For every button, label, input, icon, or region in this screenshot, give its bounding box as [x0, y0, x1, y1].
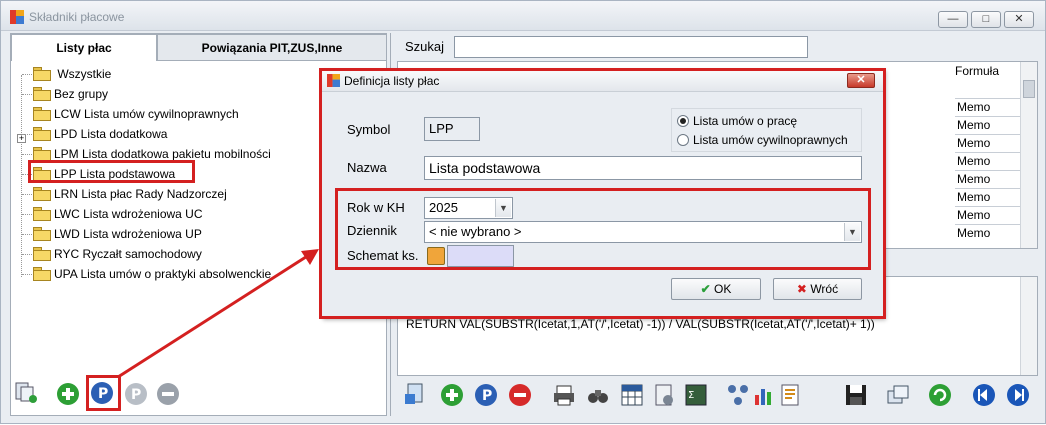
memo-cell[interactable]: Memo [955, 98, 1030, 116]
windows-icon[interactable] [886, 383, 910, 407]
binoculars-icon[interactable] [586, 383, 610, 407]
tree-item-lrn[interactable]: LRN Lista płac Rady Nadzorczej [33, 185, 227, 203]
folder-icon [33, 147, 51, 161]
svg-text:P: P [131, 387, 141, 403]
tree-item-upa[interactable]: UPA Lista umów o praktyki absolwenckie [33, 265, 271, 283]
folder-icon [33, 187, 51, 201]
window-title: Składniki płacowe [29, 10, 125, 24]
folder-icon [33, 107, 51, 121]
add-icon[interactable] [440, 383, 464, 407]
delete-disabled-icon[interactable] [156, 382, 180, 406]
folder-icon [33, 207, 51, 221]
table-icon[interactable] [620, 383, 644, 407]
grid-scrollbar[interactable] [1020, 62, 1037, 248]
expand-icon[interactable]: + [17, 134, 26, 143]
formula-scrollbar[interactable] [1020, 277, 1037, 375]
memo-cell[interactable]: Memo [955, 188, 1030, 206]
search-input[interactable] [454, 36, 808, 58]
close-button[interactable]: ✕ [1004, 11, 1034, 28]
tree-item-lwd[interactable]: LWD Lista wdrożeniowa UP [33, 225, 202, 243]
svg-text:Σ: Σ [688, 390, 694, 401]
right-toolbar: P Σ [390, 375, 1041, 415]
import-icon[interactable] [404, 382, 428, 406]
tree-item-lcw[interactable]: LCW Lista umów cywilnoprawnych [33, 105, 239, 123]
highlight-edit-button [86, 375, 121, 411]
folder-icon [33, 127, 51, 141]
formula-icon[interactable]: Σ [684, 383, 708, 407]
next-icon[interactable] [1006, 383, 1030, 407]
highlight-accounting-section [335, 188, 871, 270]
tree-item-lwc[interactable]: LWC Lista wdrożeniowa UC [33, 205, 203, 223]
previous-icon[interactable] [972, 383, 996, 407]
memo-cell[interactable]: Memo [955, 206, 1030, 224]
memo-cell[interactable]: Memo [955, 152, 1030, 170]
memo-cell[interactable]: Memo [955, 224, 1030, 242]
highlight-tree-item [28, 160, 195, 183]
column-header-formula[interactable]: Formuła [955, 64, 999, 78]
memo-cell[interactable]: Memo [955, 134, 1030, 152]
search-label: Szukaj [405, 39, 445, 54]
document-settings-icon[interactable] [652, 383, 676, 407]
tree-item-lpd[interactable]: LPD Lista dodatkowa [33, 125, 167, 143]
folder-icon [33, 87, 51, 101]
folder-icon [33, 227, 51, 241]
main-window: Składniki płacowe — □ ✕ Listy płac Powią… [0, 0, 1046, 424]
tab-powiazania[interactable]: Powiązania PIT,ZUS,Inne [157, 34, 387, 61]
svg-text:P: P [482, 388, 492, 404]
scroll-thumb[interactable] [1023, 80, 1035, 98]
add-icon[interactable] [56, 382, 80, 406]
print-icon[interactable] [552, 383, 576, 407]
memo-cell[interactable]: Memo [955, 170, 1030, 188]
left-toolbar: P P [10, 375, 387, 415]
report-icon[interactable] [778, 383, 802, 407]
p-disabled-icon[interactable]: P [124, 382, 148, 406]
copy-list-icon[interactable] [14, 380, 38, 404]
folder-icon [33, 267, 51, 281]
tab-listy-plac[interactable]: Listy płac [11, 34, 157, 61]
chart-icon[interactable] [752, 383, 776, 407]
formula-text[interactable]: RETURN VAL(SUBSTR(Icetat,1,AT('/',Icetat… [406, 317, 875, 331]
tree-item-wszystkie[interactable]: Wszystkie [33, 65, 111, 83]
hierarchy-icon[interactable] [726, 383, 750, 407]
minimize-button[interactable]: — [938, 11, 968, 28]
refresh-icon[interactable] [928, 383, 952, 407]
open-folder-icon [33, 67, 51, 81]
folder-icon [33, 247, 51, 261]
memo-cell[interactable]: Memo [955, 116, 1030, 134]
title-bar: Składniki płacowe — □ ✕ [1, 1, 1045, 31]
maximize-button[interactable]: □ [971, 11, 1001, 28]
save-icon[interactable] [844, 383, 868, 407]
tree-item-ryc[interactable]: RYC Ryczałt samochodowy [33, 245, 202, 263]
edit-icon[interactable]: P [474, 383, 498, 407]
tree-item-bez-grupy[interactable]: Bez grupy [33, 85, 108, 103]
delete-icon[interactable] [508, 383, 532, 407]
app-icon [10, 10, 24, 24]
